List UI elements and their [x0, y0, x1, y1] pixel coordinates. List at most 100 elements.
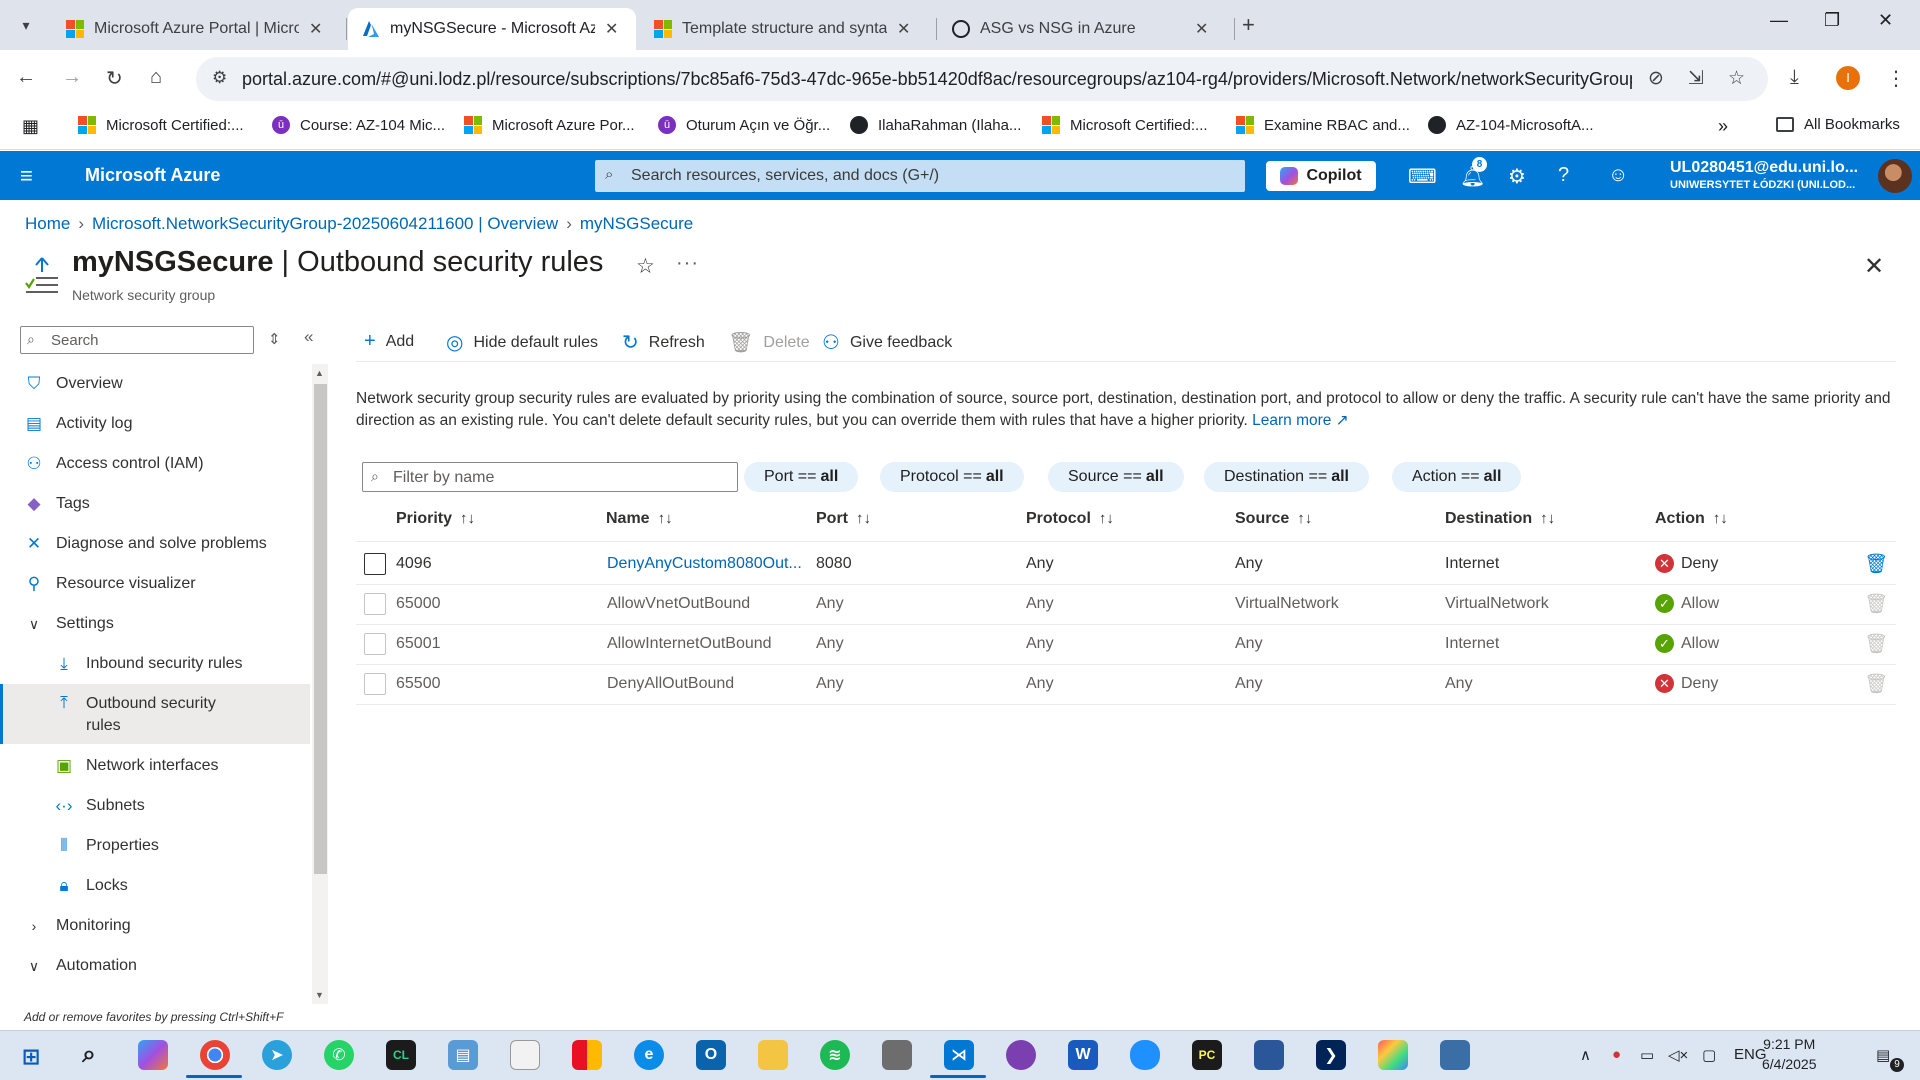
close-tab-icon[interactable]: ✕	[605, 19, 618, 39]
row-checkbox[interactable]	[364, 553, 386, 575]
edge-icon[interactable]: e	[634, 1040, 664, 1070]
network-icon[interactable]: ▢	[1702, 1046, 1716, 1064]
column-header-protocol[interactable]: Protocol ↑↓	[1026, 510, 1114, 528]
breadcrumb-home[interactable]: Home	[25, 214, 70, 233]
column-header-action[interactable]: Action ↑↓	[1655, 510, 1728, 528]
profile-avatar[interactable]: I	[1836, 66, 1860, 90]
app-icon[interactable]	[1378, 1040, 1408, 1070]
close-tab-icon[interactable]: ✕	[897, 19, 910, 39]
word-icon[interactable]: W	[1068, 1040, 1098, 1070]
delete-button[interactable]: 🗑︎ Delete	[728, 330, 810, 355]
row-checkbox[interactable]	[364, 593, 386, 615]
table-row[interactable]: 65001 AllowInternetOutBound Any Any Any …	[356, 624, 1896, 664]
learn-more-link[interactable]: Learn more ↗	[1252, 412, 1349, 429]
table-row[interactable]: 65500 DenyAllOutBound Any Any Any Any ✕ D…	[356, 664, 1896, 704]
delete-rule-trash-icon[interactable]: 🗑︎	[1864, 552, 1888, 576]
nav-item-activity-log[interactable]: ▤ Activity log	[0, 404, 310, 444]
app-icon[interactable]	[572, 1040, 602, 1070]
copilot-app-icon[interactable]	[138, 1040, 168, 1070]
breadcrumb-deployment[interactable]: Microsoft.NetworkSecurityGroup-202506042…	[92, 214, 558, 233]
close-blade-icon[interactable]: ✕	[1864, 252, 1884, 281]
filter-by-name-input[interactable]: ⌕ Filter by name	[362, 462, 738, 492]
nav-group-settings[interactable]: ∨ Settings	[0, 604, 310, 644]
nav-item-subnets[interactable]: ‹·› Subnets	[0, 786, 310, 826]
nav-item-resource-visualizer[interactable]: ⚲ Resource visualizer	[0, 564, 310, 604]
settings-gear-icon[interactable]: ⚙	[1508, 164, 1526, 189]
nav-item-overview[interactable]: ⛉ Overview	[0, 364, 310, 404]
battery-icon[interactable]: ▭	[1640, 1046, 1654, 1064]
nav-search-input[interactable]: ⌕ Search	[20, 326, 254, 354]
rule-name-link[interactable]: DenyAnyCustom8080Out...	[607, 555, 803, 573]
system-clock[interactable]: 9:21 PM 6/4/2025	[1762, 1034, 1817, 1074]
notification-center-icon[interactable]: ▤	[1876, 1046, 1890, 1064]
hide-default-rules-button[interactable]: ◎ Hide default rules	[446, 330, 598, 355]
row-checkbox[interactable]	[364, 633, 386, 655]
portal-menu-icon[interactable]: ≡	[20, 163, 33, 189]
clion-icon[interactable]: CL	[386, 1040, 416, 1070]
telegram-icon[interactable]: ➤	[262, 1040, 292, 1070]
filter-pill-protocol[interactable]: Protocol == all	[880, 462, 1024, 492]
tab-search-button[interactable]: ▾	[10, 9, 42, 41]
close-tab-icon[interactable]: ✕	[1195, 19, 1208, 39]
azure-brand[interactable]: Microsoft Azure	[85, 165, 220, 186]
github-desktop-icon[interactable]	[1006, 1040, 1036, 1070]
table-row[interactable]: 65000 AllowVnetOutBound Any Any VirtualN…	[356, 584, 1896, 624]
nav-item-tags[interactable]: ◆ Tags	[0, 484, 310, 524]
nav-scrollbar-thumb[interactable]	[314, 384, 327, 874]
bookmark-item[interactable]: Microsoft Certified:...	[78, 116, 244, 134]
file-explorer-icon[interactable]	[758, 1040, 788, 1070]
nav-item-outbound-rules[interactable]: ⤒ Outbound security rules	[0, 684, 310, 744]
nav-item-inbound-rules[interactable]: ⤓ Inbound security rules	[0, 644, 310, 684]
volume-muted-icon[interactable]: ◁×	[1668, 1046, 1688, 1064]
onedrive-icon[interactable]	[1130, 1040, 1160, 1070]
column-header-priority[interactable]: Priority ↑↓	[396, 510, 475, 528]
feedback-icon[interactable]: ☺	[1608, 164, 1628, 187]
favorite-star-icon[interactable]: ☆	[636, 254, 655, 279]
add-button[interactable]: + Add	[364, 330, 414, 353]
filter-pill-port[interactable]: Port == all	[744, 462, 859, 492]
outlook-icon[interactable]: O	[696, 1040, 726, 1070]
apps-grid-icon[interactable]: ▦	[22, 116, 39, 137]
nav-item-iam[interactable]: ⚇ Access control (IAM)	[0, 444, 310, 484]
copilot-button[interactable]: Copilot	[1266, 161, 1376, 191]
nav-item-locks[interactable]: 🔒︎ Locks	[0, 866, 310, 906]
global-search-input[interactable]: ⌕ Search resources, services, and docs (…	[595, 160, 1245, 192]
table-row[interactable]: 4096 DenyAnyCustom8080Out... 8080 Any An…	[356, 544, 1896, 584]
site-info-icon[interactable]: ⚙	[212, 68, 227, 88]
nav-item-network-interfaces[interactable]: ▣ Network interfaces	[0, 746, 310, 786]
nav-item-diagnose[interactable]: ✕ Diagnose and solve problems	[0, 524, 310, 564]
whatsapp-icon[interactable]: ✆	[324, 1040, 354, 1070]
user-avatar[interactable]	[1878, 159, 1912, 193]
windows-start-icon[interactable]: ⊞	[16, 1042, 46, 1072]
give-feedback-button[interactable]: ⚇ Give feedback	[822, 330, 952, 355]
vscode-icon[interactable]: ⋊	[944, 1040, 974, 1070]
nav-group-monitoring[interactable]: › Monitoring	[0, 906, 310, 946]
browser-tab[interactable]: ASG vs NSG in Azure ✕	[938, 8, 1228, 50]
home-icon[interactable]: ⌂	[150, 66, 162, 89]
bookmark-item[interactable]: ū Oturum Açın ve Öğr...	[658, 116, 830, 134]
search-icon[interactable]: ⌕	[74, 1040, 104, 1070]
bookmark-item[interactable]: AZ-104-MicrosoftA...	[1428, 116, 1594, 134]
help-icon[interactable]: ?	[1558, 164, 1569, 187]
scroll-up-icon[interactable]: ▲	[315, 368, 324, 378]
notepad-icon[interactable]	[510, 1040, 540, 1070]
close-window-icon[interactable]: ✕	[1878, 10, 1893, 31]
no-ads-icon[interactable]: ⊘	[1648, 67, 1664, 90]
expand-collapse-icon[interactable]: ⇕	[268, 330, 281, 348]
browser-menu-icon[interactable]: ⋮	[1886, 66, 1906, 91]
bookmark-item[interactable]: Microsoft Azure Por...	[464, 116, 635, 134]
bookmark-item[interactable]: Examine RBAC and...	[1236, 116, 1410, 134]
bookmark-item[interactable]: ū Course: AZ-104 Mic...	[272, 116, 445, 134]
downloads-icon[interactable]: ⤓	[1790, 66, 1799, 89]
row-checkbox[interactable]	[364, 673, 386, 695]
filter-pill-action[interactable]: Action == all	[1392, 462, 1522, 492]
restore-icon[interactable]: ❐	[1824, 10, 1840, 31]
address-bar[interactable]: ⚙ portal.azure.com/#@uni.lodz.pl/resourc…	[196, 57, 1768, 101]
nav-group-automation[interactable]: ∨ Automation	[0, 946, 310, 986]
browser-tab[interactable]: Microsoft Azure Portal | Microsoft ✕	[52, 8, 342, 50]
column-header-name[interactable]: Name ↑↓	[606, 510, 673, 528]
cloud-shell-icon[interactable]: ⌨	[1408, 164, 1437, 189]
chrome-icon[interactable]	[200, 1040, 230, 1070]
powershell-icon[interactable]: ❯	[1316, 1040, 1346, 1070]
back-icon[interactable]: ←	[16, 66, 36, 89]
